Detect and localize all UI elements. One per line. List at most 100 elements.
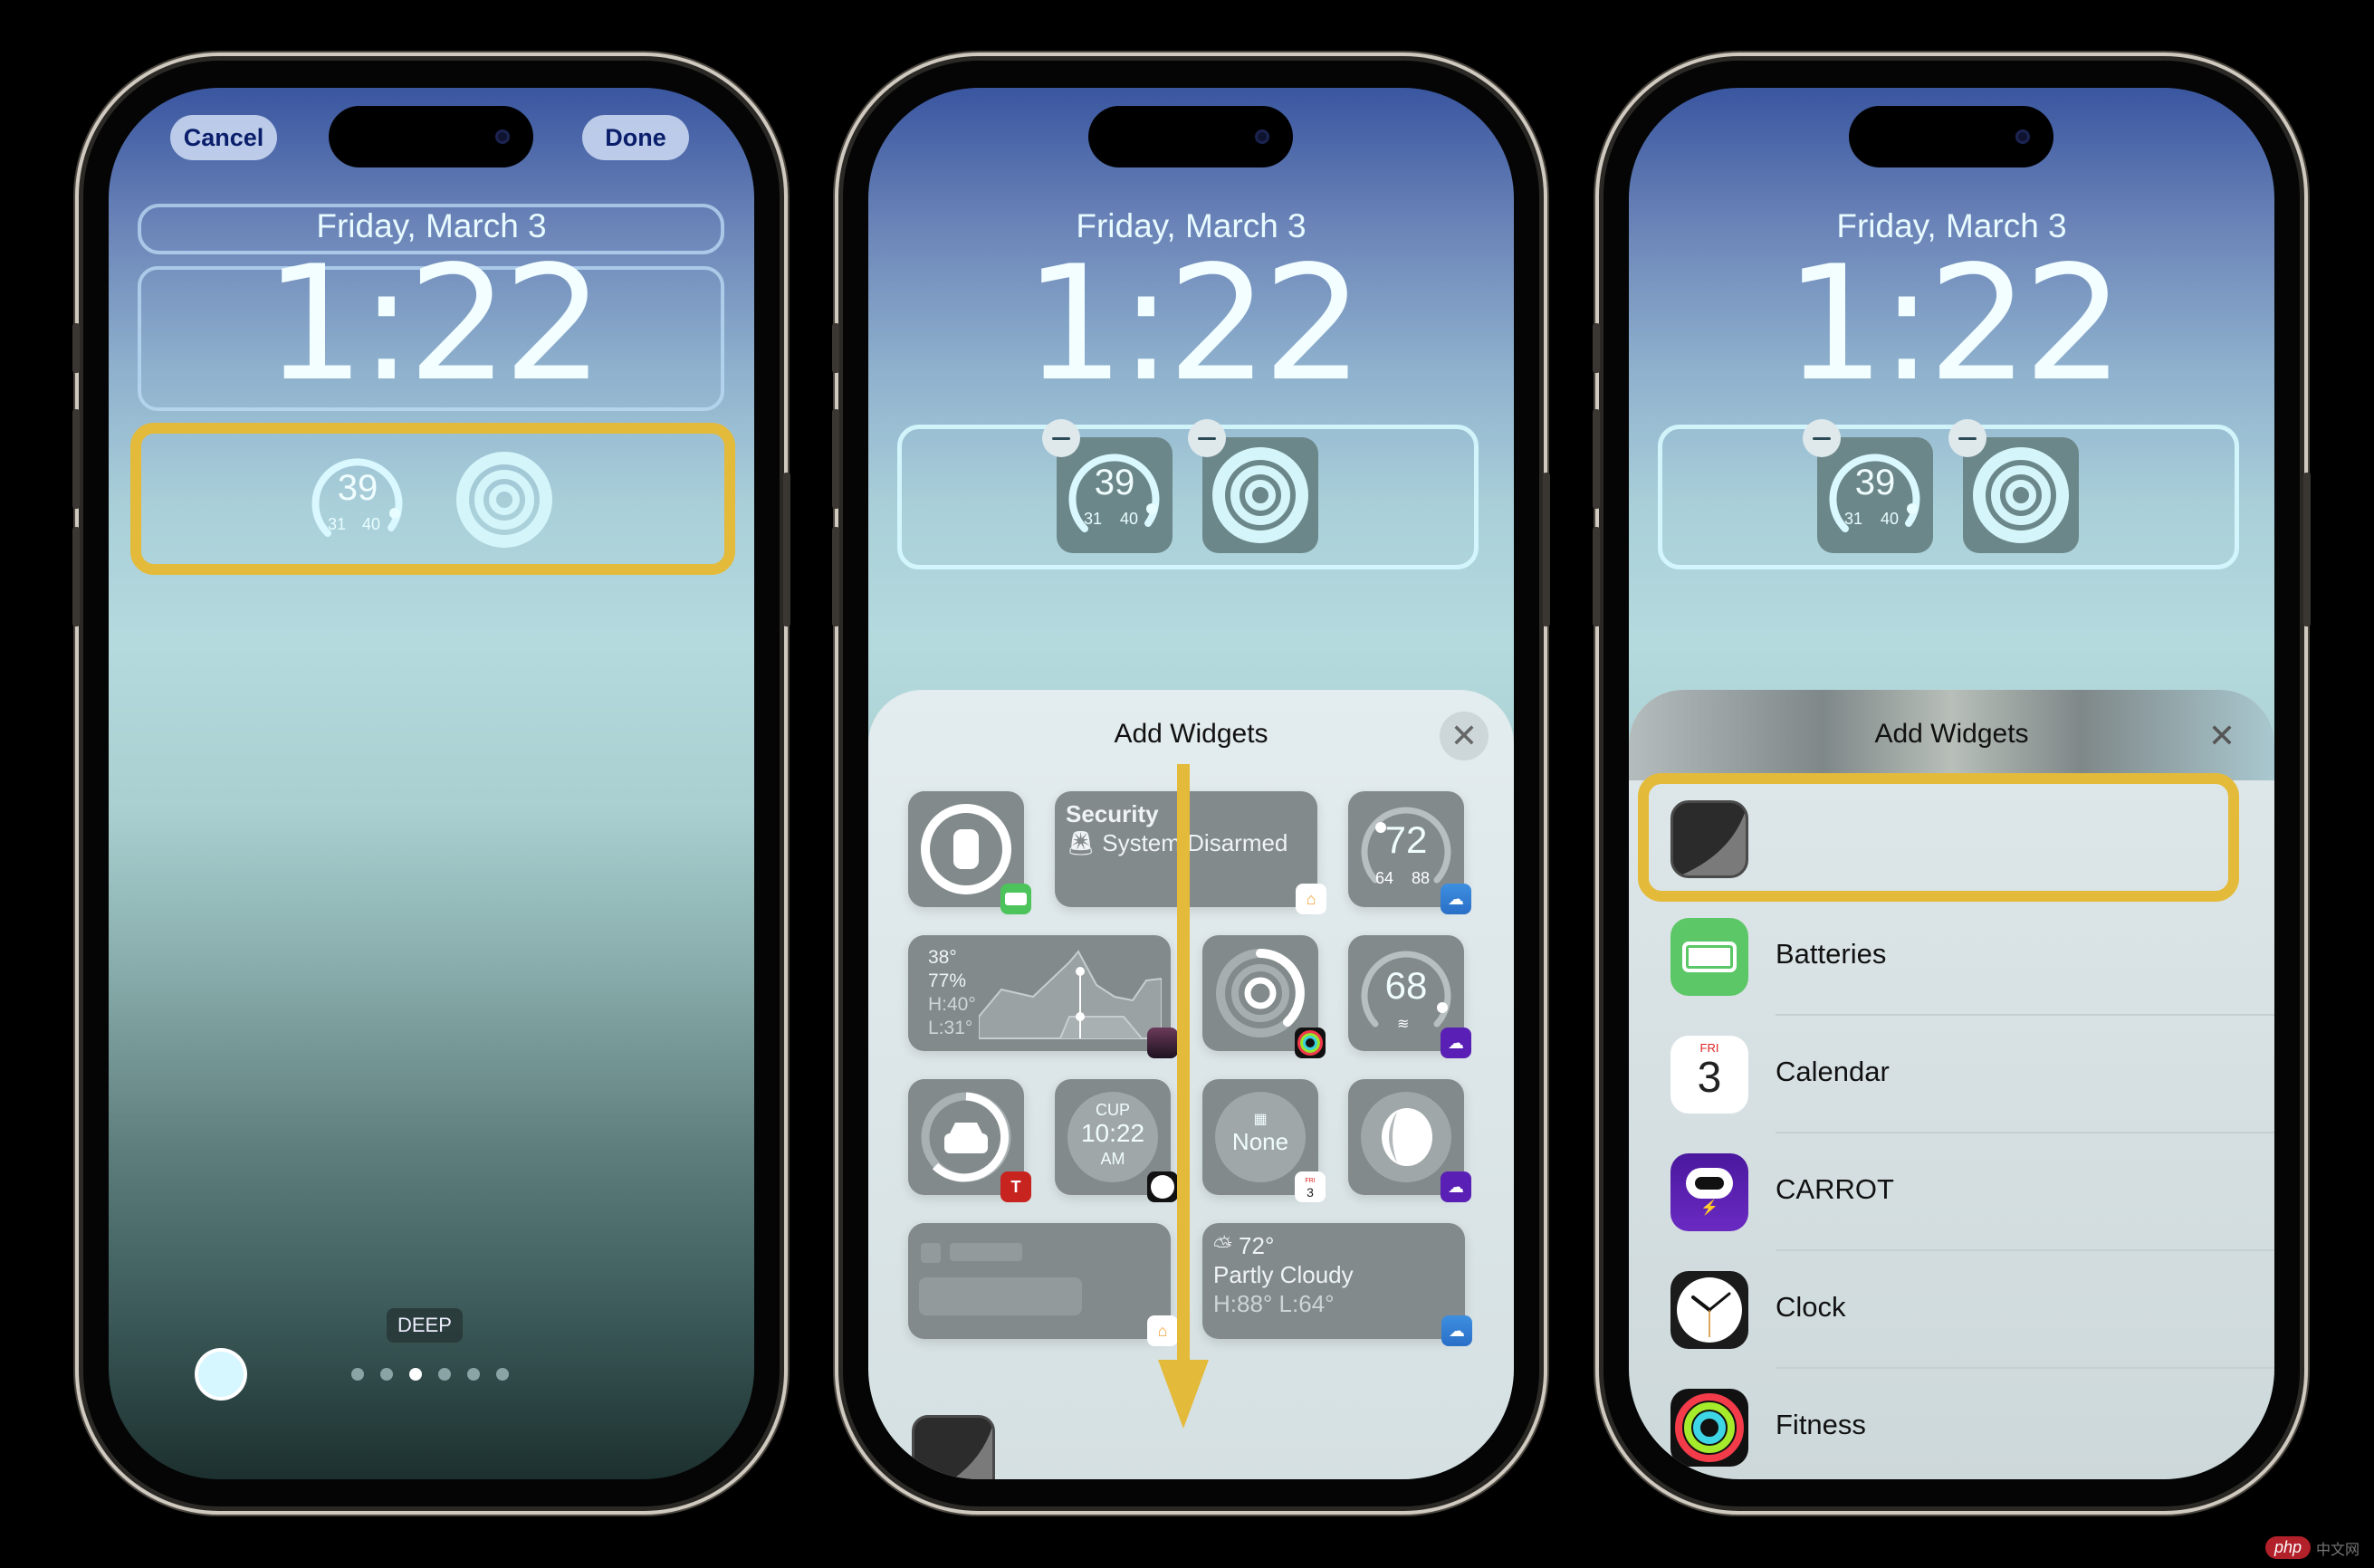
placeholder-icon	[921, 1243, 941, 1263]
forecast-low: L:31°	[928, 1018, 973, 1038]
app-label: Batteries	[1776, 938, 1887, 970]
carrot-weather-icon: ⚡	[1670, 1153, 1748, 1231]
weather-gauge-widget[interactable]: 39 31 40	[1057, 437, 1173, 553]
forecast-temp: 38°	[928, 947, 957, 968]
page-dot[interactable]	[380, 1368, 393, 1381]
battery-widget[interactable]	[908, 791, 1031, 914]
calendar-widget[interactable]: ▦ None FRI 3	[1202, 1079, 1326, 1202]
done-button[interactable]: Done	[582, 115, 689, 160]
close-button[interactable]: ✕	[2197, 712, 2246, 760]
close-icon: ✕	[2207, 717, 2236, 754]
app-label: Fitness	[1776, 1409, 1866, 1440]
close-button[interactable]: ✕	[1440, 712, 1489, 760]
page-dot[interactable]	[467, 1368, 480, 1381]
carrot-badge: ☁	[1441, 1028, 1471, 1058]
list-item[interactable]: FRI 3 Calendar	[1629, 1016, 2274, 1133]
page-dot[interactable]	[409, 1368, 422, 1381]
camera-icon	[1255, 129, 1269, 144]
clock-badge	[1147, 1171, 1178, 1202]
remove-widget-button[interactable]	[1188, 419, 1226, 457]
calendar-icon: FRI 3	[1670, 1036, 1748, 1114]
list-item[interactable]: Clock	[1629, 1251, 2274, 1369]
partly-cloudy-icon: ⛅︎	[1213, 1232, 1240, 1259]
activity-rings-widget[interactable]	[1202, 437, 1318, 553]
forecast-humidity: 77%	[928, 970, 967, 991]
photo-badge	[1147, 1028, 1178, 1058]
gauge-current: 39	[337, 468, 378, 508]
watermark: php 中文网	[2264, 1536, 2360, 1559]
page-dot[interactable]	[351, 1368, 364, 1381]
gauge-high: 40	[1881, 510, 1900, 528]
fitness-badge	[1295, 1028, 1326, 1058]
widget-row[interactable]	[1658, 425, 2239, 569]
scroll-arrow-shaft	[1177, 764, 1190, 1362]
side-button	[783, 473, 790, 626]
home-placeholder-widget[interactable]: ⌂	[908, 1223, 1178, 1346]
weather-gauge-widget[interactable]: 39 31 40	[1817, 437, 1933, 553]
gauge-current: 39	[1094, 463, 1135, 502]
forecast-graph-widget[interactable]: 38° 77% H:40° L:31°	[908, 935, 1178, 1058]
watermark-suffix: 中文网	[2315, 1542, 2360, 1558]
dynamic-island	[1849, 106, 2053, 167]
weather-temp: ⛅︎ 72°	[1213, 1232, 1275, 1259]
widget-row[interactable]	[897, 425, 1479, 569]
gauge-low: 64	[1375, 869, 1394, 887]
gauge-low: 31	[328, 515, 347, 533]
siren-icon: 🚨︎	[1066, 829, 1103, 856]
close-icon: ✕	[1450, 717, 1479, 754]
tesla-badge: T	[1000, 1171, 1031, 1202]
weather-gauge-widget[interactable]: 39 31 40	[308, 450, 407, 550]
weather-wide-widget[interactable]: ⛅︎ 72° Partly Cloudy H:88° L:64° ☁	[1202, 1223, 1472, 1346]
sheet-title: Add Widgets	[1874, 719, 2029, 749]
page-dot[interactable]	[496, 1368, 509, 1381]
cancel-button[interactable]: Cancel	[170, 115, 277, 160]
color-picker-button[interactable]	[198, 1352, 244, 1397]
forecast-values: 38° 77% H:40° L:31°	[928, 946, 976, 1040]
activity-widget[interactable]	[1202, 935, 1326, 1058]
phone-3: Friday, March 3 1:22 39 31 40 Add Widget…	[1593, 61, 2311, 1506]
action-button	[832, 323, 839, 373]
list-item[interactable]: ⚡ CARROT	[1629, 1133, 2274, 1251]
activity-rings-widget[interactable]	[455, 450, 554, 550]
forecast-graph	[979, 950, 1162, 1039]
list-item[interactable]: Fitness	[1629, 1369, 2274, 1479]
lock-screen-editor: Friday, March 3 1:22 39 31 40 Add Widget…	[868, 88, 1514, 1479]
gauge-high: 40	[362, 515, 381, 533]
city-ampm: AM	[1100, 1150, 1125, 1168]
list-item[interactable]: Batteries	[1629, 898, 2274, 1016]
watch-icon	[921, 804, 1011, 894]
calendar-text: None	[1231, 1128, 1289, 1155]
volume-up-button	[1593, 409, 1600, 509]
temperature-gauge-widget[interactable]: 72 64 88 ☁	[1348, 791, 1471, 914]
home-badge: ⌂	[1296, 884, 1326, 914]
remove-widget-button[interactable]	[1042, 419, 1080, 457]
lock-screen-editor: Friday, March 3 1:22 39 31 40 Add Widget…	[1629, 88, 2274, 1479]
phone-1: Cancel Done Friday, March 3 1:22 39 31 4…	[72, 61, 790, 1506]
activity-rings-icon	[1212, 447, 1308, 543]
weather-condition: Partly Cloudy	[1213, 1261, 1354, 1288]
gauge-high: 88	[1412, 869, 1431, 887]
home-badge: ⌂	[1147, 1315, 1178, 1346]
phone-2: Friday, March 3 1:22 39 31 40 Add Widget…	[832, 61, 1550, 1506]
wind-gauge-widget[interactable]: 68 ≋ ☁	[1348, 935, 1471, 1058]
dynamic-island	[329, 106, 533, 167]
city-code: CUP	[1095, 1101, 1130, 1119]
remove-widget-button[interactable]	[1803, 419, 1841, 457]
side-button	[2303, 473, 2311, 626]
activity-rings-widget[interactable]	[1963, 437, 2079, 553]
moon-phase-widget[interactable]: ☁	[1348, 1079, 1471, 1202]
wind-icon: ≋	[1397, 1017, 1410, 1032]
lock-time: 1:22	[1024, 233, 1364, 416]
camera-icon	[2015, 129, 2030, 144]
widget-row-highlight[interactable]	[130, 423, 735, 575]
world-clock-widget[interactable]: CUP 10:22 AM	[1055, 1079, 1178, 1202]
scroll-down-arrow-icon	[1158, 1360, 1209, 1429]
remove-widget-button[interactable]	[1948, 419, 1986, 457]
tesla-widget[interactable]: T	[908, 1079, 1031, 1202]
gauge-current: 68	[1384, 964, 1428, 1007]
moon-icon	[1382, 1108, 1432, 1166]
page-dot[interactable]	[438, 1368, 451, 1381]
volume-up-button	[72, 409, 80, 509]
volume-up-button	[832, 409, 839, 509]
watch-faces-icon[interactable]	[912, 1415, 995, 1479]
